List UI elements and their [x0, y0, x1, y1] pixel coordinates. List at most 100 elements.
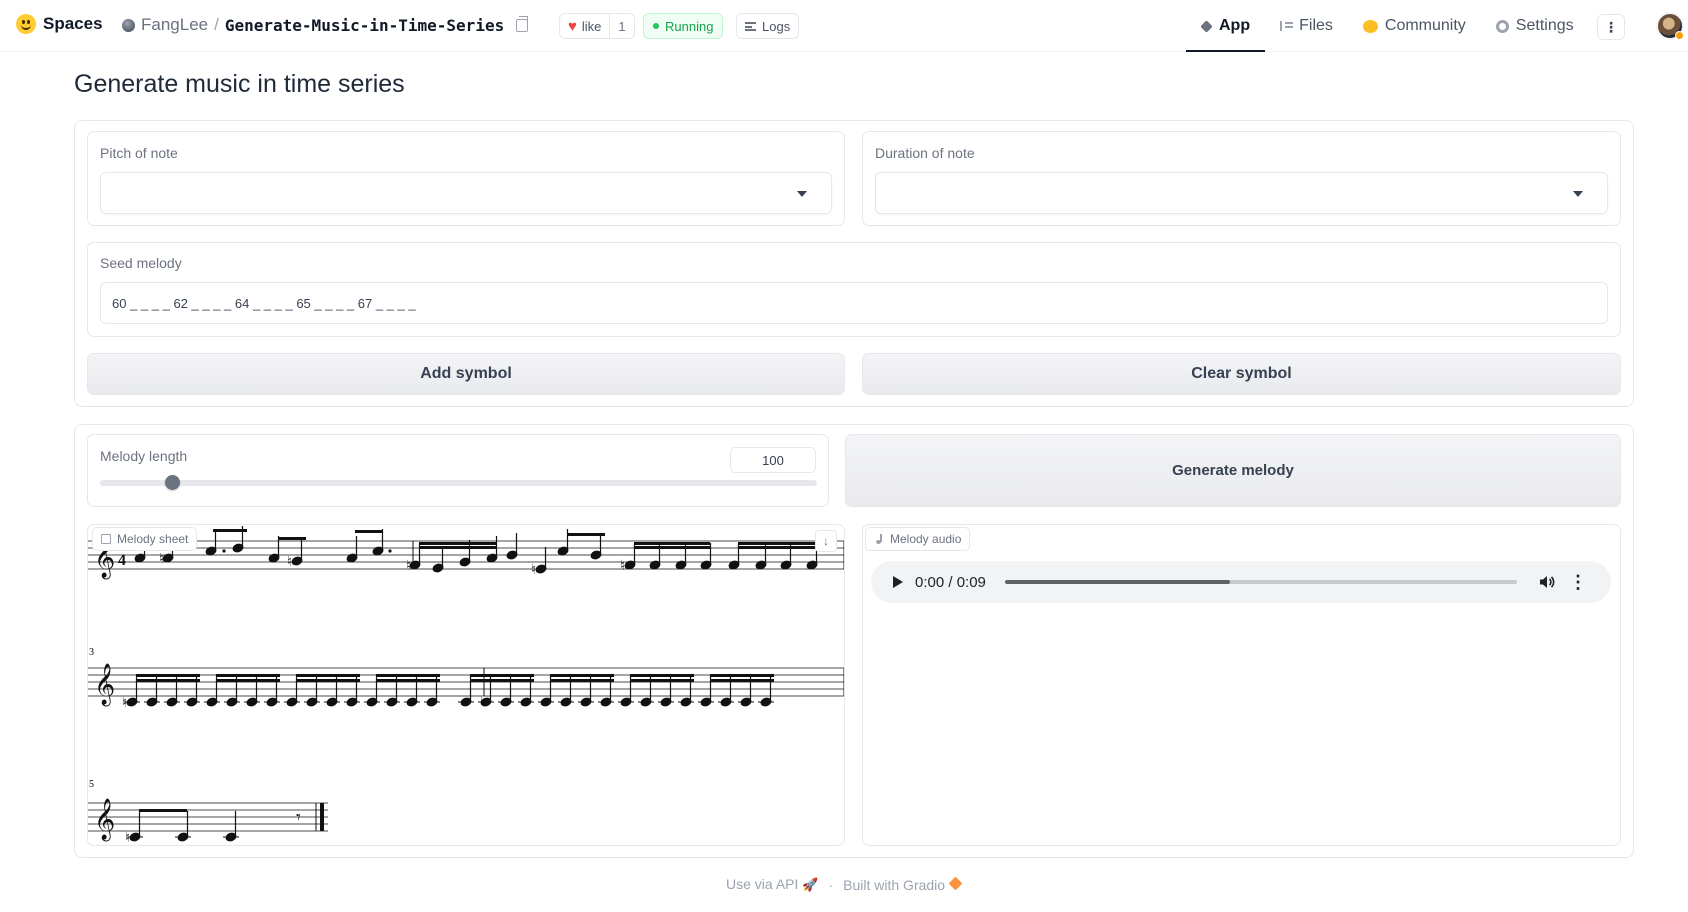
like-button[interactable]: ♥ like 1	[559, 13, 635, 39]
generate-melody-button[interactable]: Generate melody	[845, 434, 1621, 507]
audio-more-options-icon[interactable]: ⋮	[1569, 573, 1587, 591]
chevron-down-icon	[797, 191, 807, 197]
note-beam	[419, 542, 497, 545]
play-icon[interactable]	[893, 576, 903, 588]
note-beam	[278, 537, 306, 540]
note-beam	[738, 546, 816, 549]
seed-block: Seed melody 60 _ _ _ _ 62 _ _ _ _ 64 _ _…	[87, 242, 1621, 337]
melody-length-number-input[interactable]: 100	[730, 447, 816, 473]
duration-label: Duration of note	[875, 145, 975, 161]
logs-icon	[745, 21, 756, 31]
copy-icon[interactable]	[516, 15, 529, 32]
note-beam	[419, 546, 497, 549]
note-beam	[630, 674, 694, 677]
note-beam	[470, 674, 534, 677]
natural-accidental: ♮	[122, 695, 127, 711]
logs-button[interactable]: Logs	[736, 13, 800, 39]
natural-accidental: ♮	[159, 551, 164, 567]
seed-melody-input[interactable]: 60 _ _ _ _ 62 _ _ _ _ 64 _ _ _ _ 65 _ _ …	[100, 282, 1608, 324]
rest: 𝄾	[296, 807, 301, 828]
breadcrumb: FangLee / Generate-Music-in-Time-Series	[122, 15, 529, 35]
community-icon	[1362, 19, 1378, 33]
built-with-gradio-link[interactable]: Built with Gradio	[843, 876, 963, 893]
system-number-3: 3	[89, 647, 94, 658]
tab-app-label: App	[1219, 17, 1251, 34]
logs-label: Logs	[762, 18, 791, 34]
gear-icon	[1495, 19, 1509, 33]
melody-length-block: Melody length 100	[87, 434, 829, 507]
music-score: 𝄞 4 ♮ ♮ ♮ ♮ ♮𝄞 ♮ ♮𝄞 ♮𝄾 3 5	[88, 526, 844, 846]
natural-accidental: ♮	[480, 695, 485, 711]
volume-icon[interactable]	[1539, 575, 1555, 589]
note-beam	[136, 674, 200, 677]
tab-app[interactable]: App	[1186, 0, 1266, 52]
note-beam	[376, 674, 440, 677]
owner-link[interactable]: FangLee	[141, 15, 208, 35]
rocket-icon: 🚀	[802, 877, 819, 892]
note-beam	[550, 679, 614, 682]
chevron-down-icon	[1573, 191, 1583, 197]
melody-length-slider-track[interactable]	[100, 480, 817, 486]
natural-accidental: ♮	[125, 830, 130, 846]
status-badge[interactable]: Running	[643, 13, 724, 39]
melody-audio-tag: Melody audio	[865, 527, 971, 551]
use-via-api-link[interactable]: Use via API 🚀	[726, 876, 818, 893]
note-beam	[567, 533, 605, 536]
time-signature: 4	[118, 552, 126, 569]
note-beam	[216, 674, 280, 677]
melody-length-label: Melody length	[100, 448, 188, 464]
note-beam	[136, 679, 200, 682]
natural-accidental: ♮	[287, 554, 292, 570]
built-with-gradio-label: Built with Gradio	[843, 876, 946, 893]
gradio-icon	[948, 876, 963, 890]
pitch-label: Pitch of note	[100, 145, 178, 161]
avatar[interactable]	[1656, 12, 1684, 40]
download-icon[interactable]: ↓	[815, 530, 837, 552]
tab-files[interactable]: Files	[1265, 0, 1348, 52]
clear-symbol-button[interactable]: Clear symbol	[862, 353, 1621, 395]
more-options-button[interactable]: ⋮	[1597, 14, 1625, 40]
repo-name-link[interactable]: Generate-Music-in-Time-Series	[225, 16, 504, 35]
note-beam	[296, 674, 360, 677]
breadcrumb-separator: /	[214, 15, 219, 34]
natural-accidental: ♮	[406, 558, 411, 574]
note-beam	[296, 679, 360, 682]
music-note-icon	[874, 533, 884, 545]
notification-badge	[1675, 31, 1684, 40]
melody-audio-block: Melody audio 0:00 / 0:09 ⋮	[862, 524, 1621, 846]
duration-block: Duration of note	[862, 131, 1621, 226]
tab-settings[interactable]: Settings	[1481, 0, 1589, 52]
melody-sheet-label: Melody sheet	[117, 532, 189, 546]
note-beam	[710, 674, 774, 677]
pitch-dropdown[interactable]	[100, 172, 832, 214]
audio-progress	[1005, 580, 1231, 584]
pitch-block: Pitch of note	[87, 131, 845, 226]
like-label: like	[581, 18, 602, 34]
footer: Use via API 🚀 · Built with Gradio	[0, 876, 1688, 893]
melody-sheet-tag: Melody sheet	[92, 527, 198, 551]
note-beam	[376, 679, 440, 682]
add-symbol-button[interactable]: Add symbol	[87, 353, 845, 395]
note-beam	[630, 679, 694, 682]
note-beam	[550, 674, 614, 677]
hugging-face-logo	[16, 14, 36, 34]
final-barline	[320, 803, 324, 831]
duration-dropdown[interactable]	[875, 172, 1608, 214]
audio-seek-bar[interactable]	[1005, 580, 1517, 584]
tab-files-label: Files	[1299, 17, 1333, 34]
seed-label: Seed melody	[100, 255, 182, 271]
note-beam	[470, 679, 534, 682]
audio-time: 0:00 / 0:09	[915, 573, 986, 591]
footer-separator: ·	[828, 876, 834, 893]
note-beam	[139, 809, 187, 812]
spaces-home-link[interactable]: Spaces	[16, 14, 103, 34]
note-beam	[213, 529, 247, 532]
like-count[interactable]: 1	[609, 14, 633, 38]
melody-length-slider-thumb[interactable]	[164, 475, 180, 490]
note-beam	[216, 679, 280, 682]
dot	[222, 549, 226, 553]
treble-clef-icon: 𝄞	[94, 663, 115, 706]
dot	[388, 549, 392, 553]
tab-community[interactable]: Community	[1348, 0, 1481, 52]
system-number-5: 5	[89, 779, 94, 790]
